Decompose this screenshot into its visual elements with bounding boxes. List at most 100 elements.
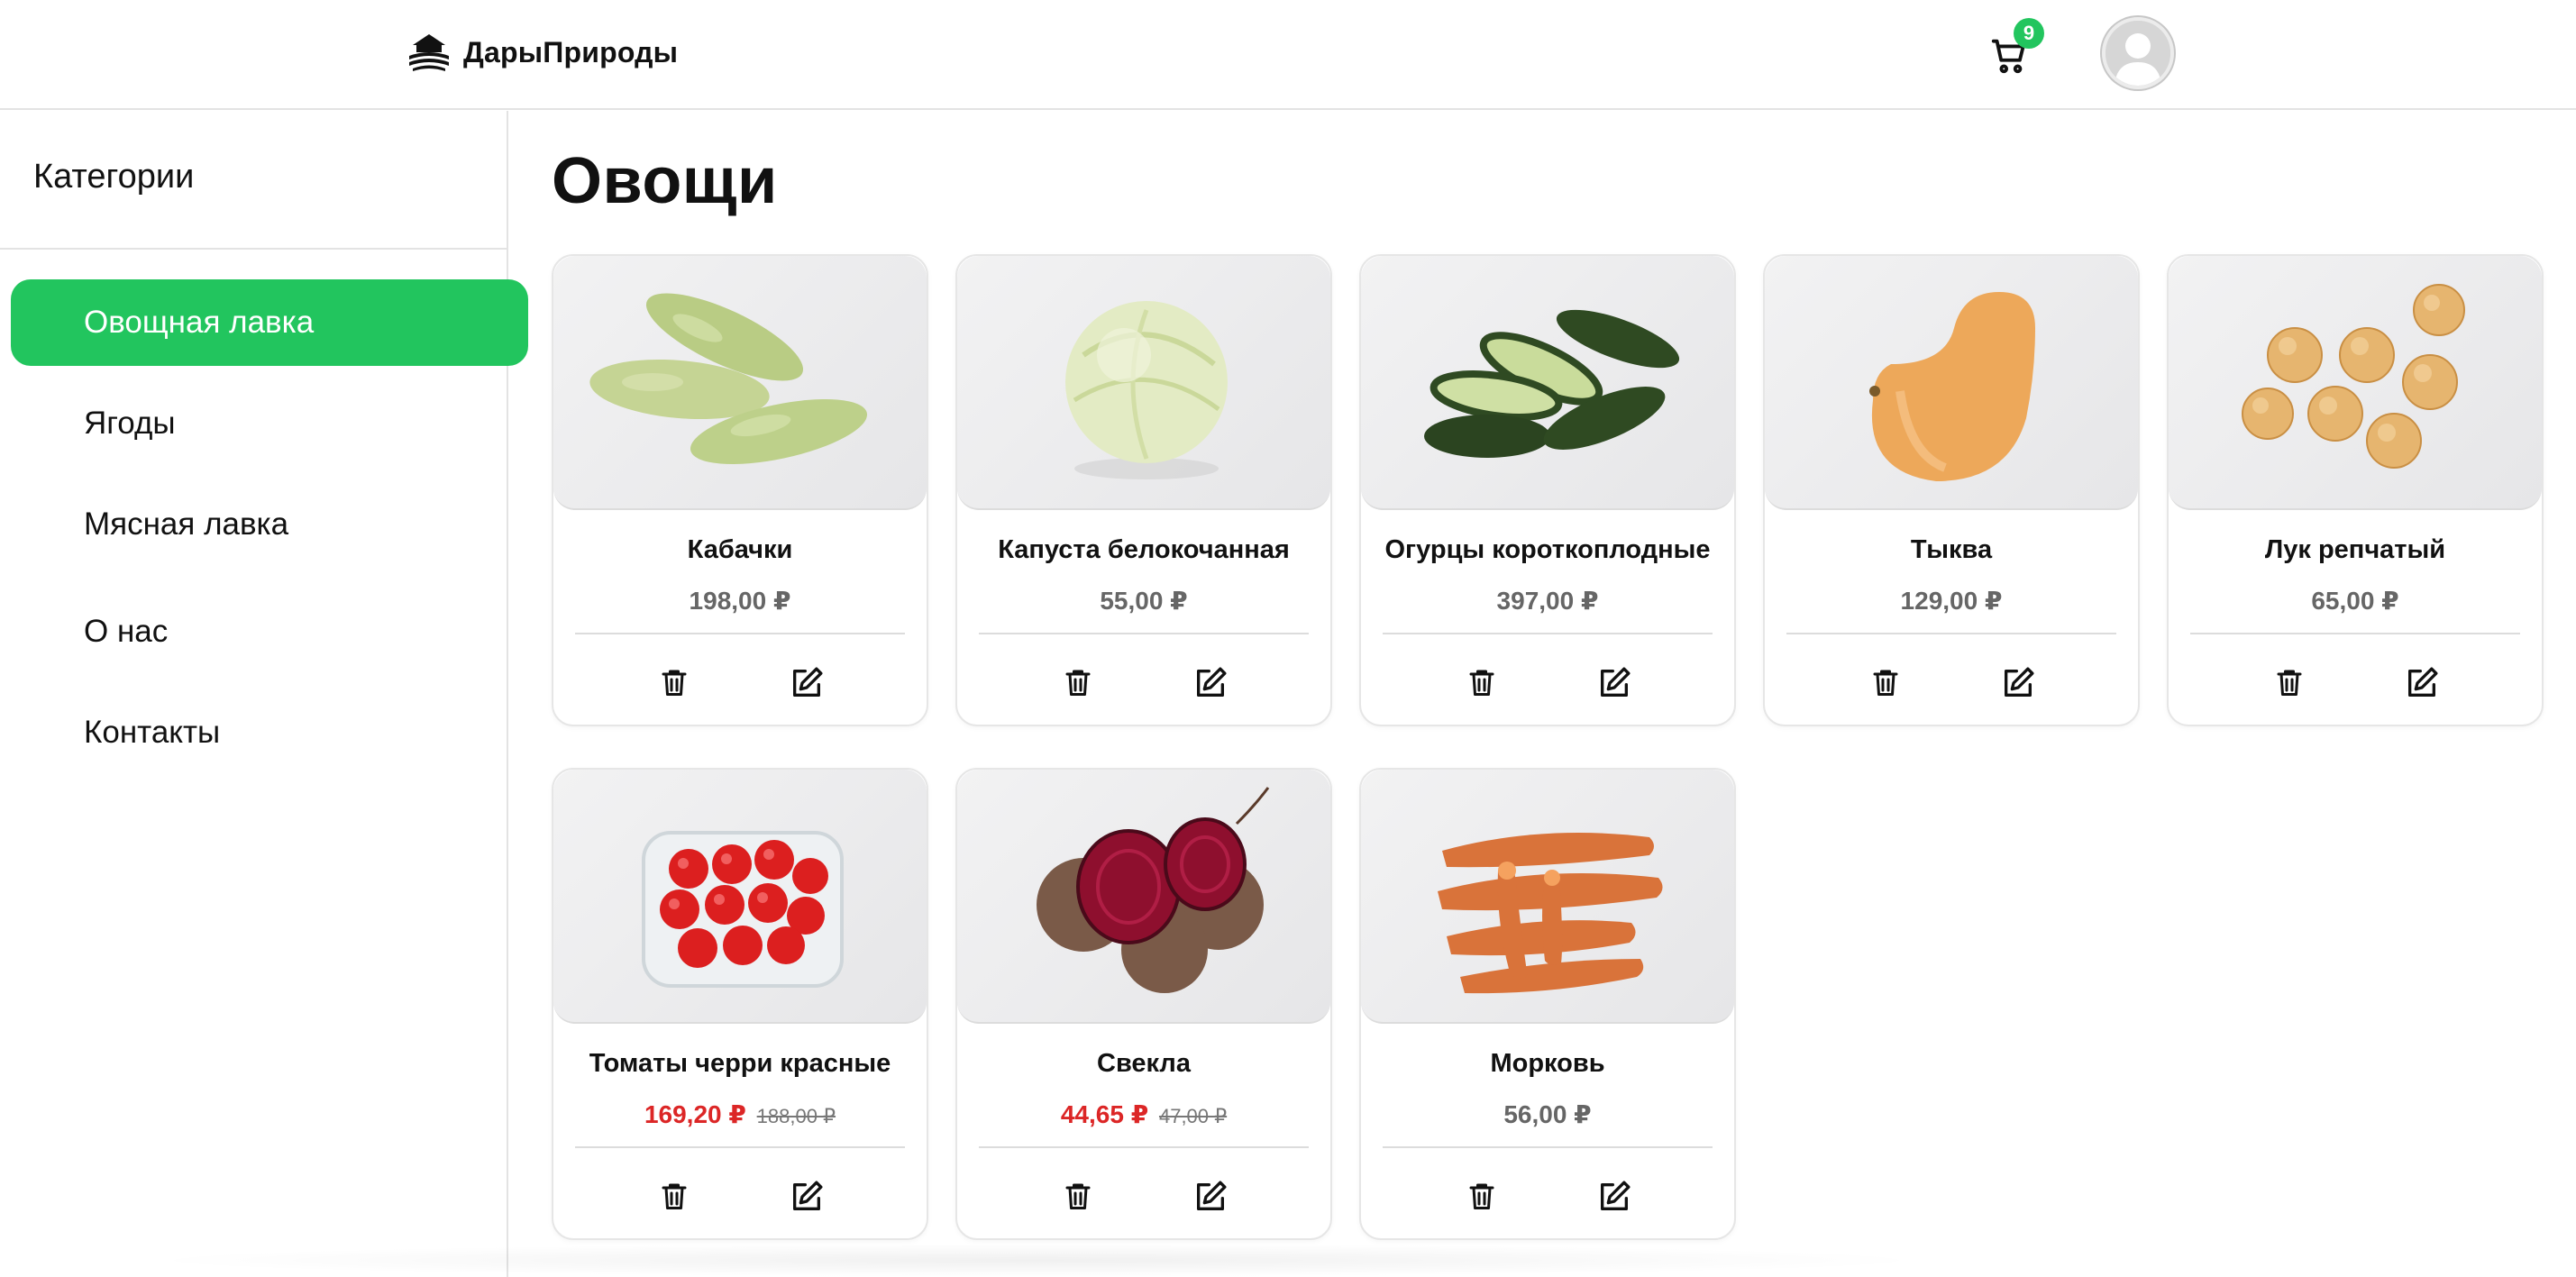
product-price: 129,00 ₽ [1765, 586, 2138, 616]
edit-icon [1600, 1181, 1630, 1210]
product-name: Морковь [1490, 1049, 1605, 1078]
price-current: 65,00 ₽ [2311, 587, 2399, 615]
product-card[interactable]: Томаты черри красные 169,20 ₽ 188,00 ₽ [552, 768, 928, 1240]
product-image[interactable] [553, 770, 927, 1024]
product-card[interactable]: Огурцы короткоплодные 397,00 ₽ [1359, 254, 1736, 726]
product-image[interactable] [957, 770, 1330, 1024]
edit-icon [792, 667, 822, 697]
product-name: Тыква [1910, 535, 1993, 564]
trash-icon [662, 670, 686, 696]
price-current: 56,00 ₽ [1503, 1100, 1592, 1128]
product-card[interactable]: Тыква 129,00 ₽ [1763, 254, 2140, 726]
top-header: ДарыПрироды 9 [0, 0, 2576, 110]
product-price: 397,00 ₽ [1361, 586, 1734, 616]
product-price: 44,65 ₽ 47,00 ₽ [957, 1099, 1330, 1130]
brand-logo-icon [409, 34, 449, 71]
sidebar-item-label: Контакты [84, 715, 221, 750]
product-image[interactable] [1765, 256, 2138, 510]
trash-icon [1469, 1183, 1494, 1209]
edit-button[interactable] [1191, 1179, 1230, 1218]
product-name: Огурцы короткоплодные [1384, 535, 1711, 564]
user-avatar[interactable] [2102, 17, 2174, 89]
edit-button[interactable] [787, 1179, 827, 1218]
edit-icon [2407, 667, 2437, 697]
edit-button[interactable] [1594, 665, 1634, 705]
delete-button[interactable] [1058, 665, 1098, 705]
sidebar-item-label: Овощная лавка [84, 305, 315, 340]
delete-button[interactable] [1866, 665, 1905, 705]
edit-button[interactable] [1594, 1179, 1634, 1218]
sidebar-item-label: Ягоды [84, 406, 176, 441]
trash-icon [1065, 670, 1090, 696]
delete-button[interactable] [654, 1179, 694, 1218]
product-price: 55,00 ₽ [957, 586, 1330, 616]
cart-button[interactable]: 9 [1983, 18, 2044, 81]
delete-button[interactable] [2270, 665, 2309, 705]
product-card[interactable]: Лук репчатый 65,00 ₽ [2167, 254, 2544, 726]
price-current: 169,20 ₽ [644, 1100, 746, 1128]
brand-logo[interactable]: ДарыПрироды [407, 32, 678, 72]
edit-button[interactable] [787, 665, 827, 705]
user-silhouette-icon [2106, 21, 2170, 86]
product-card[interactable]: Свекла 44,65 ₽ 47,00 ₽ [955, 768, 1332, 1240]
sidebar-item-berries[interactable]: Ягоды [11, 380, 528, 467]
edit-button[interactable] [1998, 665, 2038, 705]
sidebar-item-label: Мясная лавка [84, 506, 289, 542]
delete-button[interactable] [654, 665, 694, 705]
product-card[interactable]: Капуста белокочанная 55,00 ₽ [955, 254, 1332, 726]
trash-icon [1469, 670, 1494, 696]
trash-icon [1873, 670, 1897, 696]
trash-icon [1065, 1183, 1090, 1209]
delete-button[interactable] [1058, 1179, 1098, 1218]
edit-icon [1600, 667, 1630, 697]
product-name: Кабачки [687, 535, 793, 564]
sidebar-item-meat-shop[interactable]: Мясная лавка [11, 481, 528, 568]
categories-sidebar: Категории Овощная лавка Ягоды Мясная лав… [0, 111, 528, 1277]
price-current: 198,00 ₽ [689, 587, 791, 615]
product-image[interactable] [1361, 256, 1734, 510]
edit-icon [792, 1181, 822, 1210]
cherry-tomatoes-image [642, 831, 844, 988]
sidebar-item-vegetable-shop[interactable]: Овощная лавка [11, 279, 528, 366]
price-current: 44,65 ₽ [1060, 1100, 1149, 1128]
pumpkin-image [1869, 292, 2035, 481]
carrots-image [1438, 833, 1663, 994]
delete-button[interactable] [1462, 1179, 1502, 1218]
edit-button[interactable] [1191, 665, 1230, 705]
product-image[interactable] [1361, 770, 1734, 1024]
edit-button[interactable] [2402, 665, 2442, 705]
product-price: 198,00 ₽ [553, 586, 927, 616]
sidebar-item-label: О нас [84, 614, 169, 649]
sidebar-title: Категории [33, 158, 195, 196]
cart-count-badge: 9 [2014, 18, 2044, 49]
product-price: 169,20 ₽ 188,00 ₽ [553, 1099, 927, 1130]
beets-image [1037, 787, 1270, 993]
product-image[interactable] [553, 256, 927, 510]
zucchini-image [589, 293, 868, 464]
price-current: 129,00 ₽ [1900, 587, 2003, 615]
bottom-shadow [135, 1244, 1938, 1277]
product-card[interactable]: Морковь 56,00 ₽ [1359, 768, 1736, 1240]
price-old: 47,00 ₽ [1158, 1105, 1228, 1127]
trash-icon [2277, 670, 2301, 696]
cabbage-image [1065, 301, 1228, 479]
product-card[interactable]: Кабачки 198,00 ₽ [552, 254, 928, 726]
product-name: Свекла [1097, 1049, 1191, 1078]
trash-icon [662, 1183, 686, 1209]
sidebar-item-about[interactable]: О нас [11, 588, 528, 675]
product-price: 65,00 ₽ [2169, 586, 2542, 616]
product-image[interactable] [957, 256, 1330, 510]
price-current: 55,00 ₽ [1100, 587, 1188, 615]
price-old: 188,00 ₽ [756, 1105, 836, 1127]
edit-icon [2004, 667, 2033, 697]
cucumbers-image [1424, 309, 1680, 458]
product-name: Капуста белокочанная [998, 535, 1290, 564]
price-current: 397,00 ₽ [1496, 587, 1599, 615]
page-title: Овощи [552, 145, 778, 217]
product-price: 56,00 ₽ [1361, 1099, 1734, 1130]
delete-button[interactable] [1462, 665, 1502, 705]
sidebar-item-contacts[interactable]: Контакты [11, 689, 528, 776]
product-name: Томаты черри красные [589, 1049, 891, 1078]
sidebar-divider [0, 248, 508, 250]
product-image[interactable] [2169, 256, 2542, 510]
